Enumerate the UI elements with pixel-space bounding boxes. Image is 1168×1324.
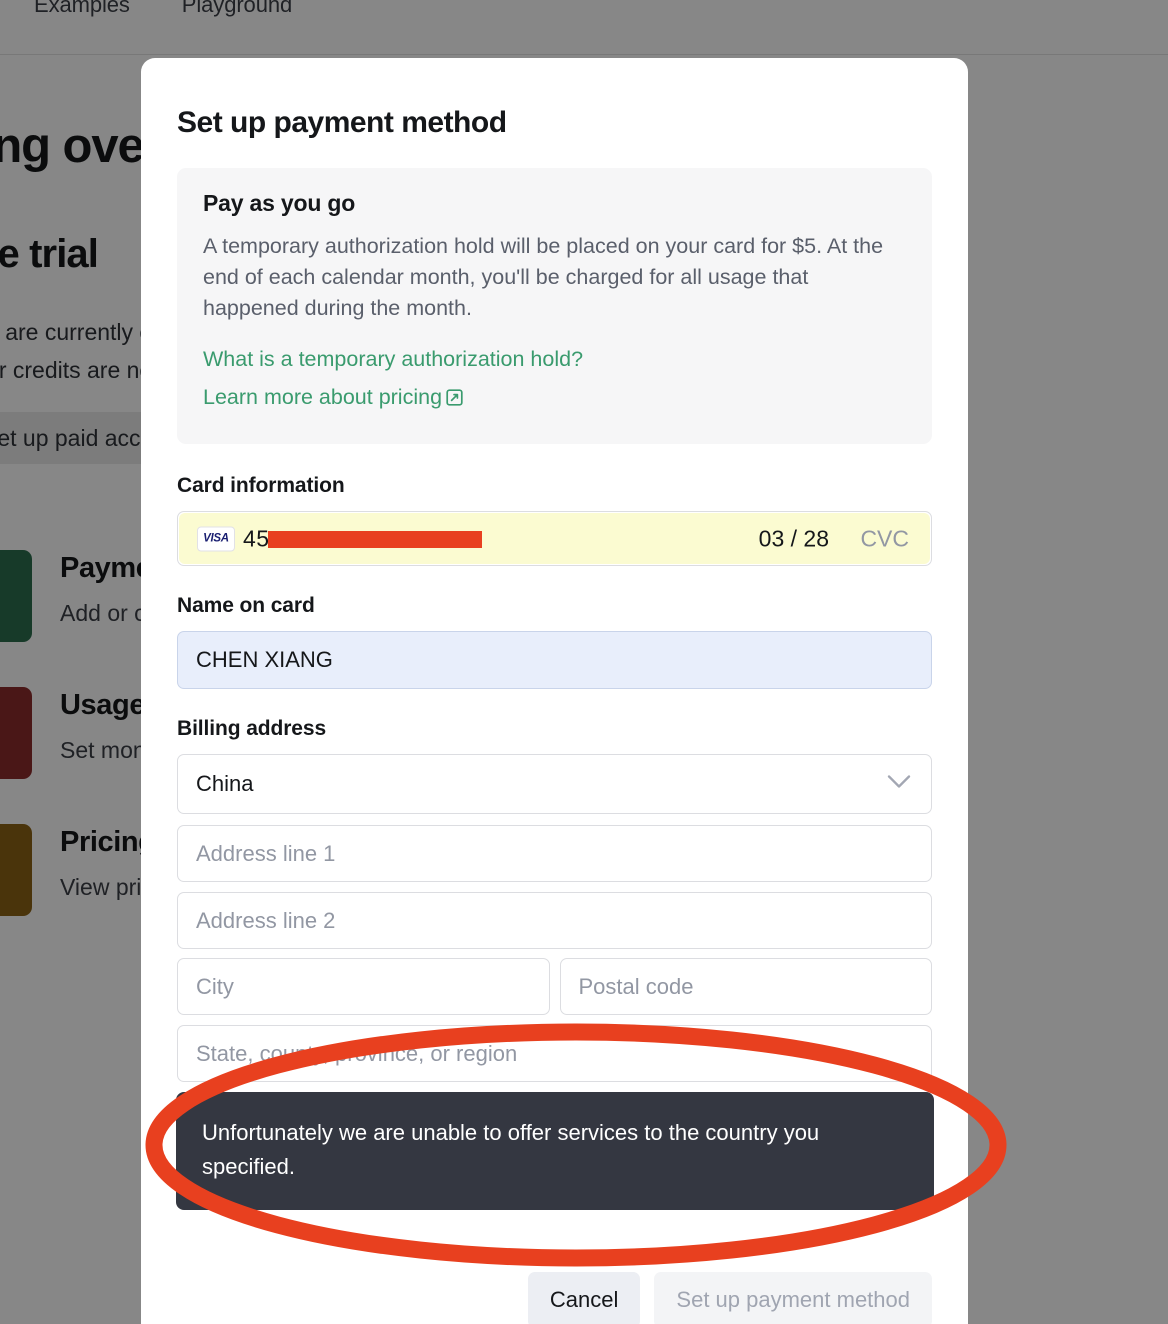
dialog-title: Set up payment method bbox=[177, 106, 507, 139]
country-error-message: Unfortunately we are unable to offer ser… bbox=[202, 1120, 820, 1179]
address-line-1-input[interactable] bbox=[177, 825, 932, 882]
card-information-field[interactable]: VISA 45 03 / 28 CVC bbox=[177, 511, 932, 566]
link-what-is-authorization-hold[interactable]: What is a temporary authorization hold? bbox=[203, 340, 906, 378]
external-link-icon bbox=[446, 380, 463, 418]
link-learn-more-pricing[interactable]: Learn more about pricing bbox=[203, 378, 906, 418]
page-root: Examples Playground Billing overview Fre… bbox=[0, 0, 1168, 1324]
country-select-value: China bbox=[196, 771, 254, 796]
country-select-wrapper[interactable]: China bbox=[177, 754, 932, 814]
card-information-label: Card information bbox=[177, 474, 345, 497]
cancel-button[interactable]: Cancel bbox=[527, 1272, 641, 1324]
setup-payment-method-button: Set up payment method bbox=[654, 1272, 932, 1324]
address-fields-group bbox=[177, 825, 932, 1082]
country-select[interactable]: China bbox=[177, 754, 932, 814]
address-line-2-input[interactable] bbox=[177, 892, 932, 949]
dialog-footer: Cancel Set up payment method bbox=[177, 1272, 932, 1324]
card-expiry-value: 03 / 28 bbox=[758, 525, 829, 551]
postal-code-input[interactable] bbox=[559, 958, 932, 1015]
city-postal-row bbox=[177, 958, 932, 1015]
billing-address-label: Billing address bbox=[177, 717, 327, 740]
country-error-tooltip: Unfortunately we are unable to offer ser… bbox=[176, 1092, 934, 1210]
card-cvc-placeholder[interactable]: CVC bbox=[860, 525, 909, 552]
card-number-redaction-bar bbox=[268, 531, 482, 548]
card-number-value: 45 bbox=[243, 525, 270, 551]
info-box-title: Pay as you go bbox=[203, 190, 356, 216]
info-box-body: A temporary authorization hold will be p… bbox=[203, 234, 884, 320]
name-on-card-label: Name on card bbox=[177, 594, 315, 617]
city-input[interactable] bbox=[177, 958, 550, 1015]
state-province-input[interactable] bbox=[177, 1025, 932, 1082]
name-on-card-input[interactable] bbox=[177, 631, 932, 689]
link-learn-more-pricing-label: Learn more about pricing bbox=[203, 385, 443, 409]
visa-icon: VISA bbox=[197, 526, 235, 551]
pay-as-you-go-info-box: Pay as you go A temporary authorization … bbox=[177, 168, 932, 444]
